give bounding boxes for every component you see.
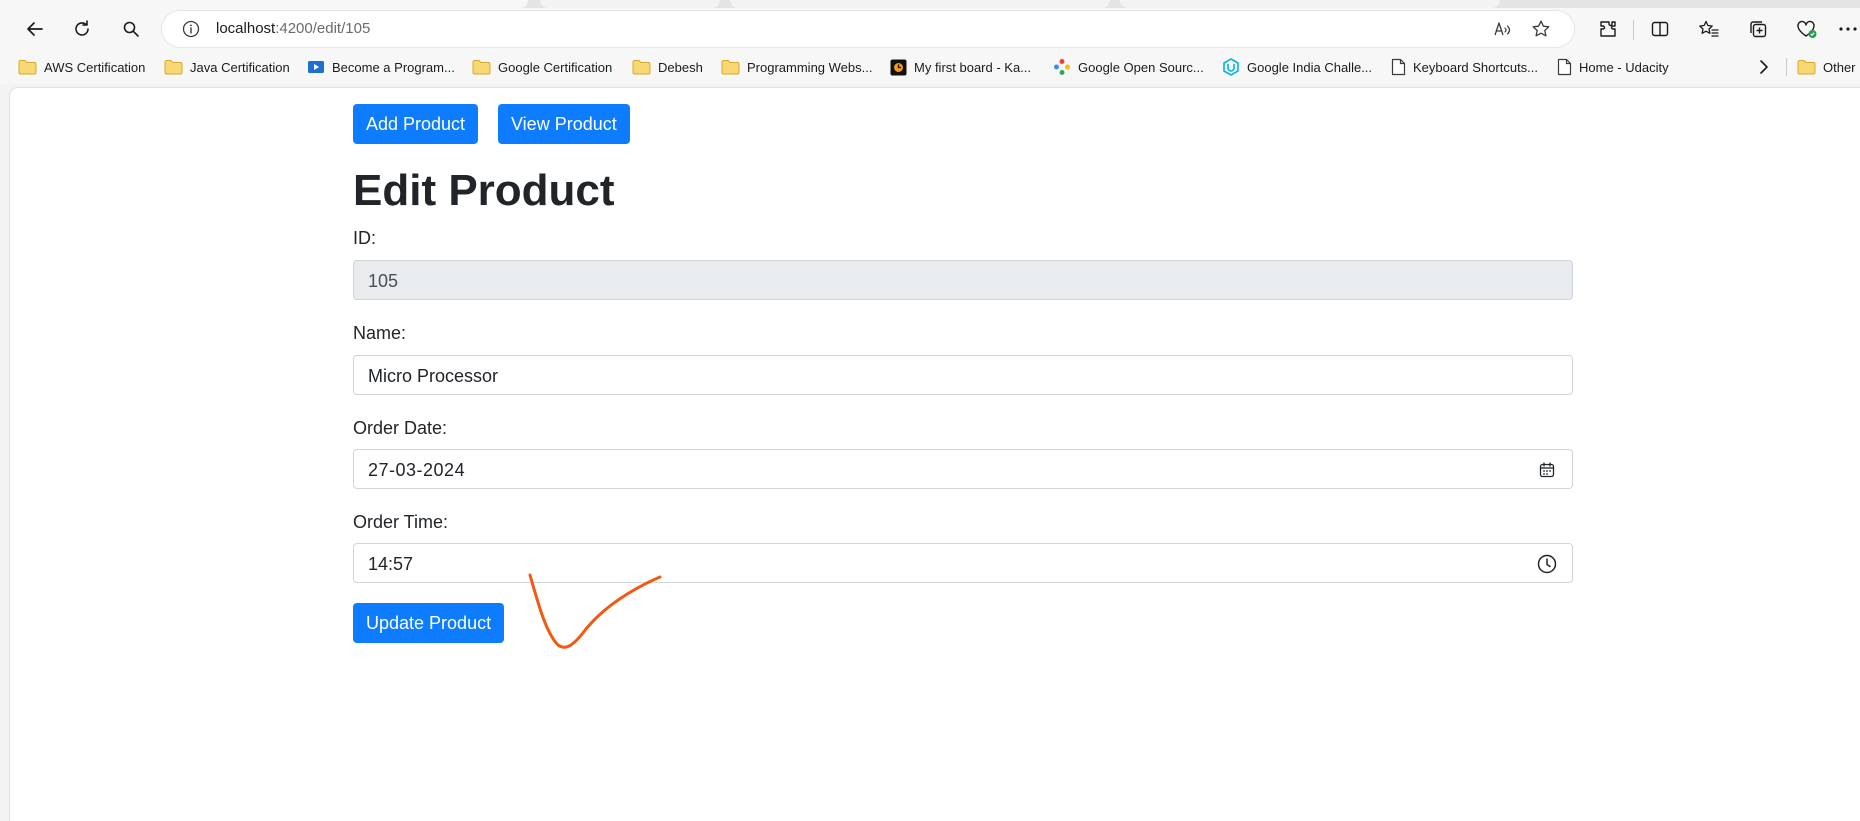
page-icon bbox=[1557, 58, 1572, 76]
video-icon bbox=[308, 61, 324, 73]
bookmark-keyboard-shortcuts[interactable]: Keyboard Shortcuts... bbox=[1391, 56, 1538, 78]
bookmark-label: AWS Certification bbox=[44, 59, 146, 75]
id-field: 105 bbox=[353, 260, 1573, 300]
kanban-icon bbox=[890, 59, 907, 75]
background-tab[interactable] bbox=[1120, 0, 1500, 8]
bookmark-google-india-challenge[interactable]: Google India Challe... bbox=[1222, 56, 1372, 78]
read-aloud-icon[interactable] bbox=[1492, 18, 1514, 40]
name-value: Micro Processor bbox=[368, 366, 499, 386]
order-date-input[interactable]: 27-03-2024 bbox=[353, 449, 1573, 489]
order-time-value: 14:57 bbox=[368, 554, 414, 574]
bookmark-label: Become a Program... bbox=[332, 59, 455, 75]
bookmarks-bar: AWS Certification Java Certification Bec… bbox=[0, 50, 1860, 84]
refresh-icon[interactable] bbox=[65, 12, 99, 46]
order-date-label: Order Date: bbox=[353, 418, 448, 438]
folder-icon bbox=[721, 60, 740, 75]
bookmark-label: Other bbox=[1823, 59, 1856, 75]
bookmark-label: Google Open Sourc... bbox=[1078, 59, 1204, 75]
folder-icon bbox=[472, 60, 491, 75]
order-time-label: Order Time: bbox=[353, 512, 449, 532]
bookmark-label: Debesh bbox=[658, 59, 703, 75]
bookmark-label: Programming Webs... bbox=[747, 59, 873, 75]
chevron-right-icon[interactable] bbox=[1758, 56, 1770, 78]
background-tab[interactable] bbox=[540, 0, 720, 8]
bookmark-aws-certification[interactable]: AWS Certification bbox=[18, 56, 145, 78]
bookmark-java-certification[interactable]: Java Certification bbox=[164, 56, 290, 78]
folder-icon bbox=[632, 60, 651, 75]
bookmark-home-udacity[interactable]: Home - Udacity bbox=[1557, 56, 1669, 78]
name-input[interactable]: Micro Processor bbox=[353, 355, 1573, 395]
bookmark-label: Java Certification bbox=[190, 59, 290, 75]
bookmark-label: Google India Challe... bbox=[1247, 59, 1373, 75]
checkmark-annotation bbox=[528, 573, 662, 649]
bookmark-label: My first board - Ka... bbox=[914, 59, 1032, 75]
search-icon[interactable] bbox=[114, 12, 148, 46]
browser-essentials-icon[interactable] bbox=[1790, 12, 1824, 46]
bookmark-google-open-source[interactable]: Google Open Sourc... bbox=[1053, 56, 1204, 78]
toolbar-divider bbox=[1633, 20, 1634, 40]
bookmark-my-first-board[interactable]: My first board - Ka... bbox=[890, 56, 1031, 78]
add-product-button[interactable]: Add Product bbox=[353, 104, 479, 144]
bookmark-other-favorites[interactable]: Other bbox=[1797, 56, 1856, 78]
folder-icon bbox=[164, 60, 183, 75]
bookmark-programming-websites[interactable]: Programming Webs... bbox=[721, 56, 872, 78]
name-label: Name: bbox=[353, 323, 407, 343]
bookmark-label: Google Certification bbox=[498, 59, 613, 75]
address-bar[interactable]: localhost:4200/edit/105 bbox=[162, 11, 1574, 47]
folder-icon bbox=[1797, 60, 1816, 75]
url-text[interactable]: localhost:4200/edit/105 bbox=[216, 20, 370, 37]
page-title: Edit Product bbox=[353, 166, 615, 215]
order-date-value: 27-03-2024 bbox=[368, 460, 466, 480]
page-icon bbox=[1391, 58, 1406, 76]
url-path: :4200/edit/105 bbox=[275, 20, 371, 37]
update-product-button[interactable]: Update Product bbox=[353, 603, 505, 643]
folder-icon bbox=[18, 60, 37, 75]
extensions-icon[interactable] bbox=[1591, 12, 1625, 46]
back-arrow-icon[interactable] bbox=[18, 12, 52, 46]
tab-strip bbox=[0, 0, 1860, 8]
bookmark-label: Home - Udacity bbox=[1579, 59, 1669, 75]
split-screen-icon[interactable] bbox=[1643, 12, 1677, 46]
bookmarks-divider bbox=[1786, 58, 1787, 76]
favorites-icon[interactable] bbox=[1692, 12, 1726, 46]
info-icon[interactable] bbox=[180, 18, 202, 40]
id-label: ID: bbox=[353, 228, 377, 248]
page-viewport: Add Product View Product Edit Product ID… bbox=[10, 88, 1860, 821]
bookmark-debesh[interactable]: Debesh bbox=[632, 56, 703, 78]
url-host: localhost bbox=[216, 20, 276, 37]
collections-icon[interactable] bbox=[1741, 12, 1775, 46]
id-value: 105 bbox=[368, 271, 399, 291]
clock-icon[interactable] bbox=[1536, 553, 1558, 575]
udacity-icon bbox=[1223, 58, 1239, 76]
calendar-icon[interactable] bbox=[1536, 459, 1558, 481]
active-tab[interactable] bbox=[0, 0, 528, 8]
more-icon[interactable] bbox=[1836, 12, 1860, 46]
bookmark-become-a-programmer[interactable]: Become a Program... bbox=[307, 56, 455, 78]
bookmark-google-certification[interactable]: Google Certification bbox=[472, 56, 612, 78]
background-tab[interactable] bbox=[730, 0, 1110, 8]
view-product-button[interactable]: View Product bbox=[498, 104, 630, 144]
favorite-star-icon[interactable] bbox=[1530, 18, 1552, 40]
bookmark-label: Keyboard Shortcuts... bbox=[1413, 59, 1539, 75]
google-open-source-icon bbox=[1054, 59, 1070, 75]
browser-toolbar: localhost:4200/edit/105 bbox=[0, 8, 1860, 50]
